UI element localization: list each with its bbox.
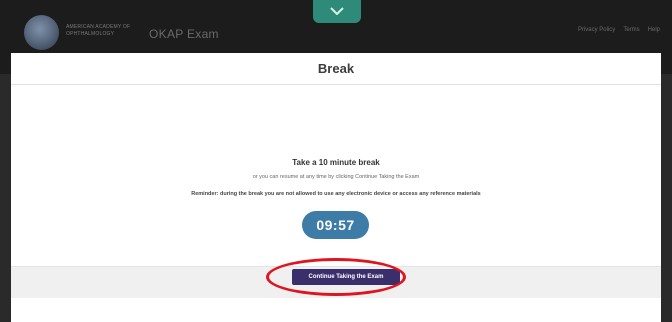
break-dialog: Break Take a 10 minute break or you can … [11, 53, 661, 298]
terms-link[interactable]: Terms [623, 27, 639, 33]
continue-exam-button[interactable]: Continue Taking the Exam [292, 269, 400, 285]
privacy-policy-link[interactable]: Privacy Policy [578, 27, 615, 33]
resume-instructions: or you can resume at any time by clickin… [252, 174, 420, 180]
header-links: Privacy Policy Terms Help [578, 27, 660, 33]
chevron-down-icon [330, 7, 344, 15]
page-backdrop-left [0, 74, 11, 322]
dialog-title: Break [11, 53, 661, 85]
screen: AMERICAN ACADEMY OF OPHTHALMOLOGY OKAP E… [0, 0, 672, 322]
break-headline: Take a 10 minute break [292, 158, 380, 167]
help-link[interactable]: Help [648, 27, 660, 33]
academy-logo [24, 15, 59, 50]
dialog-footer: Continue Taking the Exam [11, 266, 661, 298]
page-backdrop-right [661, 74, 672, 322]
countdown-timer: 09:57 [302, 211, 369, 239]
reminder-text: Reminder: during the break you are not a… [191, 191, 481, 197]
org-name: AMERICAN ACADEMY OF OPHTHALMOLOGY [66, 24, 131, 37]
exam-title: OKAP Exam [149, 27, 219, 41]
header-toggle-button[interactable] [313, 0, 361, 23]
